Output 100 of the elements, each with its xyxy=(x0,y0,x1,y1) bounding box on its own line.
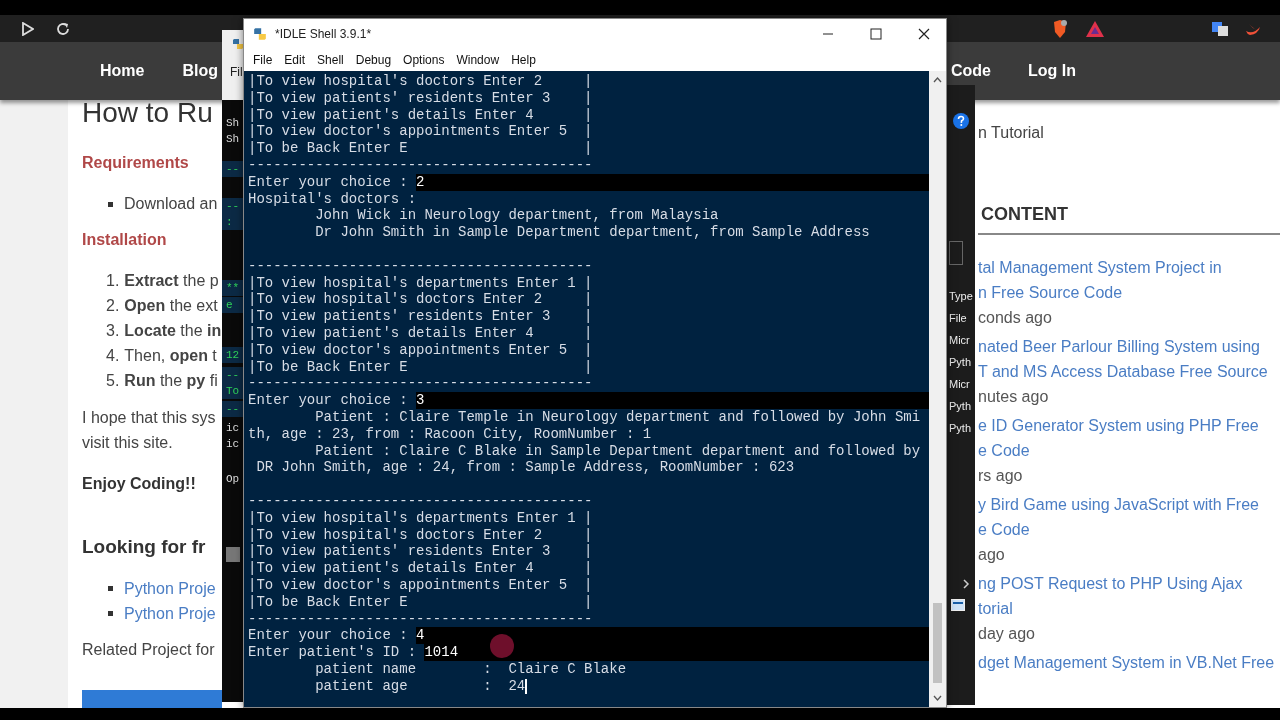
console-prompt: Enter patient's ID : xyxy=(248,644,425,661)
column-label: Pyth xyxy=(948,399,972,414)
shield-icon[interactable] xyxy=(1052,19,1068,38)
console-input[interactable]: 3 xyxy=(416,392,425,409)
console-line: Dr John Smith in Sample Department department, from Sample Address xyxy=(314,224,870,241)
nav-link[interactable]: Code xyxy=(951,62,991,80)
post-link[interactable]: tal Management System Project in xyxy=(978,255,1280,280)
post-link[interactable]: T and MS Access Database Free Source xyxy=(978,359,1280,384)
console-line: |To view patients' residents Enter 3 | xyxy=(248,543,593,561)
paragraph-line: I hope that this sys xyxy=(82,408,217,428)
scroll-up-icon[interactable] xyxy=(933,77,942,83)
menu-item[interactable]: Options xyxy=(397,53,451,67)
post-link[interactable]: dget Management System in VB.Net Free xyxy=(978,650,1280,675)
step-text: Then, open t xyxy=(124,346,217,366)
post-link[interactable]: e Code xyxy=(978,517,1280,542)
project-link[interactable]: Python Proje xyxy=(124,576,216,601)
console-text: ic xyxy=(225,421,241,436)
console-line: ----------------------------------------- xyxy=(248,610,593,628)
post-link[interactable]: ng POST Request to PHP Using Ajax xyxy=(978,571,1280,596)
console-text: -- xyxy=(222,401,246,417)
console-line: ----------------------------------------- xyxy=(248,492,593,510)
help-icon[interactable] xyxy=(953,113,969,129)
console-text: ** xyxy=(222,280,246,296)
chevron-icon[interactable] xyxy=(962,579,970,589)
console-input[interactable]: 4 xyxy=(416,627,425,645)
maximize-icon[interactable] xyxy=(870,28,882,40)
nav-link[interactable]: Home xyxy=(100,62,145,80)
console-line: patient name : Claire C Blake xyxy=(314,660,627,678)
console-line: |To view doctor's appointments Enter 5 | xyxy=(248,576,593,594)
console-line: ----------------------------------------- xyxy=(248,157,593,174)
scrollbar-thumb[interactable] xyxy=(933,603,942,683)
console-prompt: Enter your choice : xyxy=(248,627,417,645)
console-line: |To view hospital's departments Enter 1 | xyxy=(248,274,593,292)
console-text: -- xyxy=(222,161,246,177)
console-prompt: Enter your choice : xyxy=(248,173,417,191)
console-line: Patient : Claire C Blake in Sample Department department and followed by xyxy=(314,442,921,460)
triangle-icon[interactable] xyxy=(1086,20,1104,37)
console-text: : xyxy=(222,214,246,230)
console-line: |To be Back Enter E | xyxy=(248,593,593,611)
menu-item[interactable]: Edit xyxy=(278,53,312,67)
console-input[interactable]: 1014 xyxy=(424,644,459,661)
post-time: rs ago xyxy=(978,466,1024,486)
python-icon xyxy=(232,38,244,50)
post-link[interactable]: n Free Source Code xyxy=(978,280,1280,305)
console-line: Patient : Claire Temple in Neurology department and followed by John Smi xyxy=(314,408,921,426)
bullet-icon xyxy=(108,611,113,616)
menu-item[interactable]: Window xyxy=(450,53,506,67)
menu-item[interactable]: Help xyxy=(505,53,542,67)
menu-item[interactable]: Fil xyxy=(230,65,243,79)
nav-link[interactable]: Log In xyxy=(1028,62,1076,80)
console-line: |To view doctor's appointments Enter 5 | xyxy=(248,123,593,141)
step-number: 2. xyxy=(106,296,120,316)
console-line: |To view hospital's doctors Enter 2 | xyxy=(248,73,593,90)
scrollbar-thumb[interactable] xyxy=(226,547,240,562)
console-prompt: Enter your choice : xyxy=(248,392,417,409)
window-icon[interactable] xyxy=(951,599,965,611)
section-heading: Requirements xyxy=(82,153,190,173)
post-link[interactable]: nated Beer Parlour Billing System using xyxy=(978,334,1280,359)
scrollbar[interactable] xyxy=(929,71,946,707)
scroll-down-icon[interactable] xyxy=(933,695,942,701)
python-icon xyxy=(253,27,267,41)
close-icon[interactable] xyxy=(918,28,930,40)
article-heading: How to Ru xyxy=(82,97,214,129)
console-line: ----------------------------------------- xyxy=(248,257,593,275)
play-icon[interactable] xyxy=(22,21,34,36)
column-label: Pyth xyxy=(948,355,972,370)
console-text: Op xyxy=(225,472,241,487)
column-label: Type xyxy=(948,289,974,304)
project-link[interactable]: Python Proje xyxy=(124,601,216,626)
console-text: Sh xyxy=(225,116,241,131)
console-line: |To view patient's details Enter 4 | xyxy=(248,324,593,342)
step-number: 4. xyxy=(106,346,120,366)
step-number: 5. xyxy=(106,371,120,391)
sidebar-text: n Tutorial xyxy=(978,123,1045,143)
post-link[interactable]: e ID Generator System using PHP Free xyxy=(978,413,1280,438)
console-line: patient age : 24 xyxy=(314,677,526,695)
console-line: |To view patient's details Enter 4 | xyxy=(248,560,593,577)
console-text: Sh xyxy=(225,132,241,147)
console-line: |To view patient's details Enter 4 | xyxy=(248,106,593,124)
console-line: DR John Smith, age : 24, from : Sample Address, RoomNumber : 623 xyxy=(255,459,795,477)
reload-icon[interactable] xyxy=(56,21,70,36)
post-time: conds ago xyxy=(978,308,1053,328)
related-text: Related Project for xyxy=(82,640,216,660)
post-link[interactable]: e Code xyxy=(978,438,1280,463)
post-link[interactable]: torial xyxy=(978,596,1280,621)
menu-item[interactable]: Shell xyxy=(311,53,350,67)
window-title: *IDLE Shell 3.9.1* xyxy=(275,27,372,41)
column-label: Pyth xyxy=(948,421,972,436)
menu-item[interactable]: File xyxy=(247,53,279,67)
post-link[interactable]: y Bird Game using JavaScript with Free xyxy=(978,492,1280,517)
bullet-icon xyxy=(108,586,113,591)
column-label: Micr xyxy=(948,377,971,392)
step-number: 1. xyxy=(106,271,120,291)
closing-text: Enjoy Coding!! xyxy=(82,474,197,494)
console-input[interactable]: 2 xyxy=(416,173,425,191)
nav-link[interactable]: Blog xyxy=(182,62,218,80)
console-line: John Wick in Neurology department, from Malaysia xyxy=(314,207,719,225)
console-line: th, age : 23, from : Racoon City, RoomNumber : 1 xyxy=(248,425,652,443)
field-box[interactable] xyxy=(949,241,963,265)
menu-item[interactable]: Debug xyxy=(349,53,398,67)
